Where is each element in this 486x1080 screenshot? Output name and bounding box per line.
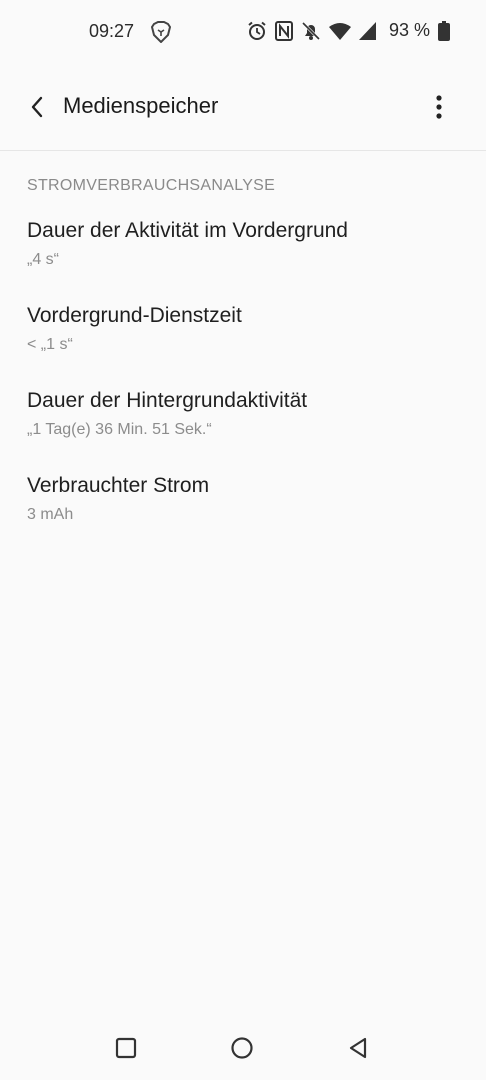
wifi-icon: [328, 22, 351, 40]
page-title: Medienspeicher: [63, 93, 219, 118]
pref-item-foreground-activity[interactable]: Dauer der Aktivität im Vordergrund „4 s“: [27, 218, 467, 270]
back-triangle-icon: [349, 1037, 367, 1059]
pref-item-power-consumed[interactable]: Verbrauchter Strom 3 mAh: [27, 473, 467, 525]
notifications-off-icon: [301, 21, 321, 41]
battery-percentage: 93 %: [388, 20, 430, 40]
back-button[interactable]: [20, 90, 54, 124]
home-circle-icon: [231, 1037, 253, 1059]
battery-icon: [438, 20, 450, 41]
back-nav-button[interactable]: [340, 1030, 376, 1066]
status-time: 09:27: [89, 21, 135, 41]
pref-item-label: Dauer der Aktivität im Vordergrund: [27, 219, 348, 242]
alarm-icon: [247, 21, 267, 41]
pref-item-background-activity[interactable]: Dauer der Hintergrundaktivität „1 Tag(e)…: [27, 388, 467, 440]
pref-item-value: „4 s“: [27, 251, 59, 268]
brave-lion-icon: [150, 21, 172, 44]
pref-item-label: Dauer der Hintergrundaktivität: [27, 389, 308, 412]
chevron-left-icon: [31, 96, 43, 118]
cellular-signal-icon: [358, 21, 377, 40]
section-header: STROMVERBRAUCHSANALYSE: [27, 177, 276, 194]
pref-item-label: Vordergrund-Dienstzeit: [27, 304, 242, 327]
recents-square-icon: [115, 1037, 137, 1059]
nfc-icon: [274, 20, 293, 41]
status-bar: 09:27 93 %: [0, 0, 486, 64]
recents-button[interactable]: [108, 1030, 144, 1066]
pref-item-value: „1 Tag(e) 36 Min. 51 Sek.“: [27, 421, 212, 438]
more-vert-icon: [436, 95, 442, 119]
pref-item-foreground-service-time[interactable]: Vordergrund-Dienstzeit < „1 s“: [27, 303, 467, 355]
more-options-button[interactable]: [422, 90, 456, 124]
app-bar: Medienspeicher: [0, 64, 486, 151]
pref-item-value: 3 mAh: [27, 506, 74, 523]
pref-item-value: < „1 s“: [27, 336, 73, 353]
navigation-bar: [0, 1016, 486, 1080]
pref-item-label: Verbrauchter Strom: [27, 474, 210, 497]
home-button[interactable]: [224, 1030, 260, 1066]
